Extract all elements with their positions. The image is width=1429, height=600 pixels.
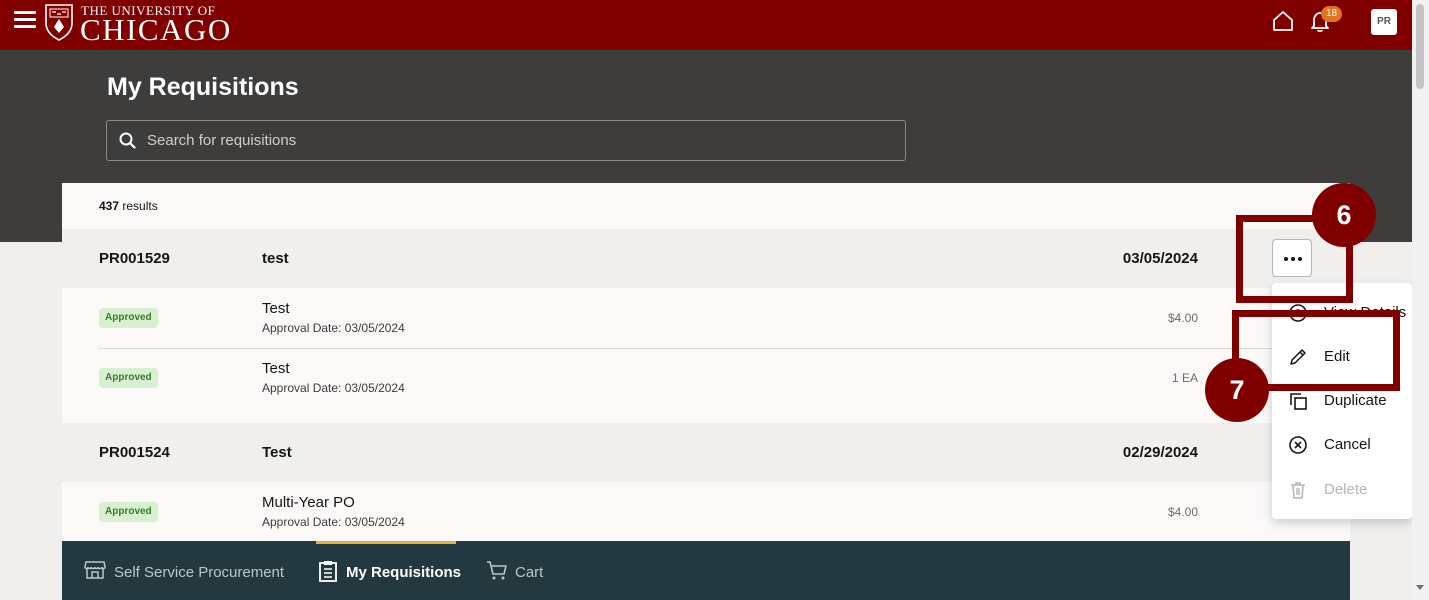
- search-icon: [119, 132, 136, 149]
- clipboard-icon: [319, 561, 337, 582]
- line-approval-date: Approval Date: 03/05/2024: [262, 381, 405, 395]
- line-description: Test: [262, 300, 290, 317]
- results-label: results: [122, 199, 158, 213]
- line-approval-date: Approval Date: 03/05/2024: [262, 515, 405, 529]
- requisition-date: 02/29/2024: [1122, 444, 1198, 461]
- cart-icon: [487, 561, 507, 580]
- scroll-down-arrow-icon[interactable]: [1416, 585, 1424, 590]
- nav-label: My Requisitions: [346, 564, 462, 581]
- storefront-icon: [84, 561, 106, 579]
- callout-step-6: 6: [1312, 183, 1376, 247]
- cancel-circle-icon: [1289, 436, 1307, 454]
- menu-item-cancel[interactable]: Cancel: [1272, 423, 1412, 467]
- menu-item-label: Cancel: [1324, 436, 1371, 453]
- duplicate-icon: [1290, 393, 1307, 410]
- line-amount: $4.00: [1167, 505, 1198, 519]
- line-approval-date: Approval Date: 03/05/2024: [262, 321, 405, 335]
- search-box[interactable]: [106, 120, 906, 161]
- university-shield-logo: [45, 4, 73, 41]
- bottom-navigation: Self Service Procurement My Requisitions…: [62, 541, 1350, 600]
- menu-item-delete: Delete: [1272, 468, 1412, 512]
- top-bar: THE UNIVERSITY OF CHICAGO 18 PR: [0, 0, 1412, 50]
- scrollbar-thumb[interactable]: [1416, 4, 1424, 89]
- requisition-header[interactable]: PR001529 test 03/05/2024: [62, 229, 1350, 288]
- hamburger-menu-icon[interactable]: [14, 11, 36, 29]
- requisition-line[interactable]: Approved Test Approval Date: 03/05/2024 …: [62, 348, 1350, 408]
- line-description: Test: [262, 360, 290, 377]
- page-title: My Requisitions: [107, 73, 299, 101]
- requisition-line[interactable]: Approved Multi-Year PO Approval Date: 03…: [62, 482, 1350, 542]
- results-number: 437: [99, 199, 120, 213]
- status-badge: Approved: [99, 308, 158, 328]
- user-avatar[interactable]: PR: [1371, 9, 1397, 35]
- line-amount: $4.00: [1167, 311, 1198, 325]
- home-icon[interactable]: [1272, 10, 1294, 32]
- vertical-scrollbar[interactable]: [1412, 0, 1429, 600]
- requisition-date: 03/05/2024: [1122, 250, 1198, 267]
- nav-self-service-procurement[interactable]: Self Service Procurement: [82, 541, 292, 600]
- requisition-header[interactable]: PR001524 Test 02/29/2024: [62, 423, 1350, 482]
- results-count: 437 results: [99, 199, 158, 213]
- requisition-line[interactable]: Approved Test Approval Date: 03/05/2024 …: [62, 288, 1350, 348]
- brand-title: CHICAGO: [80, 12, 232, 47]
- nav-my-requisitions[interactable]: My Requisitions: [316, 541, 466, 600]
- callout-step-7: 7: [1205, 358, 1269, 422]
- requisition-name: Test: [262, 444, 292, 461]
- menu-item-label: Duplicate: [1324, 392, 1387, 409]
- menu-item-label: Delete: [1324, 481, 1368, 498]
- nav-label: Self Service Procurement: [114, 564, 285, 581]
- search-input[interactable]: [147, 121, 887, 160]
- requisition-id: PR001524: [99, 444, 170, 461]
- status-badge: Approved: [99, 368, 158, 388]
- requisition-id: PR001529: [99, 250, 170, 267]
- line-description: Multi-Year PO: [262, 494, 355, 511]
- notification-count-badge: 18: [1321, 6, 1342, 22]
- trash-icon: [1291, 482, 1305, 499]
- status-badge: Approved: [99, 502, 158, 522]
- nav-label: Cart: [515, 564, 544, 581]
- line-amount: 1 EA: [1171, 371, 1198, 385]
- nav-cart[interactable]: Cart: [486, 541, 576, 600]
- requisitions-list: 437 results PR001529 test 03/05/2024 App…: [62, 183, 1350, 543]
- requisition-name: test: [262, 250, 289, 267]
